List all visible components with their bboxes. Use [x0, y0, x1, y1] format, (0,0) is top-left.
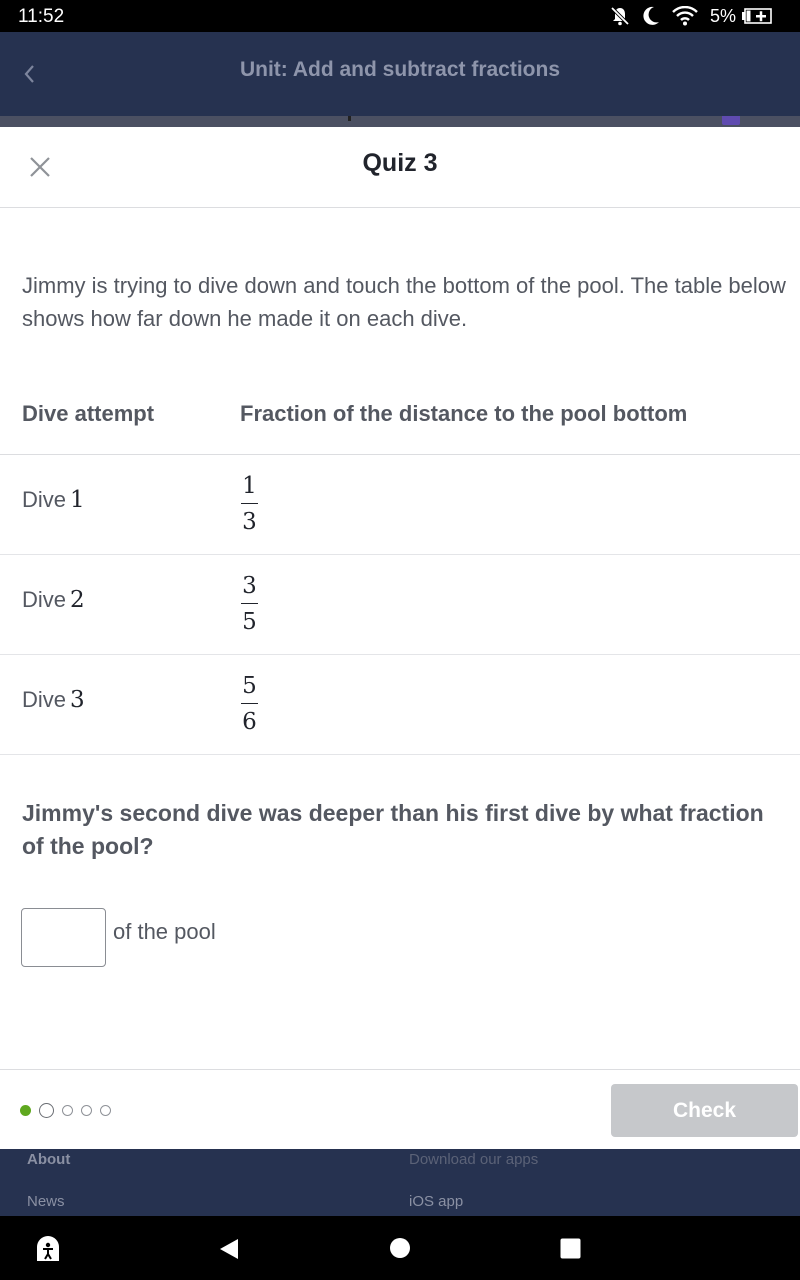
- dive-label: Dive 3: [22, 687, 85, 713]
- denominator: 3: [242, 509, 257, 535]
- numerator: 1: [242, 473, 257, 499]
- fraction-bar: [241, 703, 258, 704]
- dive-number: 1: [70, 487, 85, 513]
- dive-number: 2: [70, 587, 85, 613]
- notifications-off-icon: [610, 6, 630, 26]
- background-strip: [0, 116, 800, 127]
- status-icons: 5%: [610, 5, 774, 27]
- footer-link-download-apps[interactable]: Download our apps: [409, 1151, 538, 1168]
- dive-word: Dive: [22, 587, 67, 612]
- status-time: 11:52: [18, 6, 65, 27]
- numerator: 3: [242, 573, 257, 599]
- question-text: Jimmy's second dive was deeper than his …: [22, 800, 764, 859]
- header-dive-attempt: Dive attempt: [22, 401, 155, 426]
- answer-input[interactable]: [21, 908, 106, 967]
- recents-square-icon[interactable]: [560, 1238, 581, 1259]
- fraction-bar: [241, 503, 258, 504]
- battery-charging-icon: [742, 8, 772, 24]
- dive-table: Dive attempt Fraction of the distance to…: [0, 383, 800, 755]
- accessibility-icon[interactable]: [33, 1234, 63, 1264]
- footer-link-ios-app[interactable]: iOS app: [409, 1193, 463, 1210]
- header-fraction: Fraction of the distance to the pool bot…: [240, 401, 688, 426]
- footer-link-news[interactable]: News: [27, 1193, 65, 1210]
- table-row: Dive 3 5 6: [0, 655, 800, 755]
- app-header: Unit: Add and subtract fractions: [0, 32, 800, 116]
- footer-link-about[interactable]: About: [27, 1151, 70, 1168]
- crown-badge-icon: [722, 116, 740, 125]
- progress-dot-current: [39, 1103, 54, 1118]
- table-header-row: Dive attempt Fraction of the distance to…: [0, 383, 800, 455]
- dive-label: Dive 1: [22, 487, 85, 513]
- fraction-bar: [241, 603, 258, 604]
- check-button[interactable]: Check: [611, 1084, 798, 1137]
- status-bar: 11:52 5%: [0, 0, 800, 32]
- modal-header: Quiz 3: [0, 127, 800, 208]
- denominator: 5: [242, 609, 257, 635]
- numerator: 5: [242, 673, 257, 699]
- quiz-modal: Quiz 3 Jimmy is trying to dive down and …: [0, 127, 800, 1149]
- quiz-title: Quiz 3: [362, 149, 438, 177]
- strip-mark: [348, 116, 351, 121]
- progress-dot-complete: [20, 1105, 31, 1116]
- moon-icon: [643, 6, 659, 25]
- fraction: 5 6: [241, 672, 258, 736]
- site-footer: About News Download our apps iOS app: [0, 1149, 800, 1216]
- home-circle-icon[interactable]: [389, 1237, 411, 1259]
- progress-dot: [81, 1105, 92, 1116]
- battery-percent: 5%: [709, 5, 736, 26]
- wifi-icon: [672, 6, 698, 26]
- problem-intro: Jimmy is trying to dive down and touch t…: [22, 273, 786, 331]
- dive-number: 3: [70, 687, 85, 713]
- dive-word: Dive: [22, 487, 67, 512]
- fraction: 3 5: [241, 572, 258, 636]
- back-triangle-icon[interactable]: [218, 1237, 240, 1261]
- progress-dot: [100, 1105, 111, 1116]
- progress-dots: [20, 1103, 111, 1118]
- dive-word: Dive: [22, 687, 67, 712]
- unit-title: Unit: Add and subtract fractions: [239, 58, 561, 81]
- denominator: 6: [242, 709, 257, 735]
- fraction: 1 3: [241, 472, 258, 536]
- navigation-bar: [0, 1216, 800, 1280]
- progress-dot: [62, 1105, 73, 1116]
- table-row: Dive 1 1 3: [0, 455, 800, 555]
- dive-label: Dive 2: [22, 587, 85, 613]
- answer-suffix: of the pool: [113, 919, 216, 944]
- modal-footer: Check: [0, 1069, 800, 1149]
- table-row: Dive 2 3 5: [0, 555, 800, 655]
